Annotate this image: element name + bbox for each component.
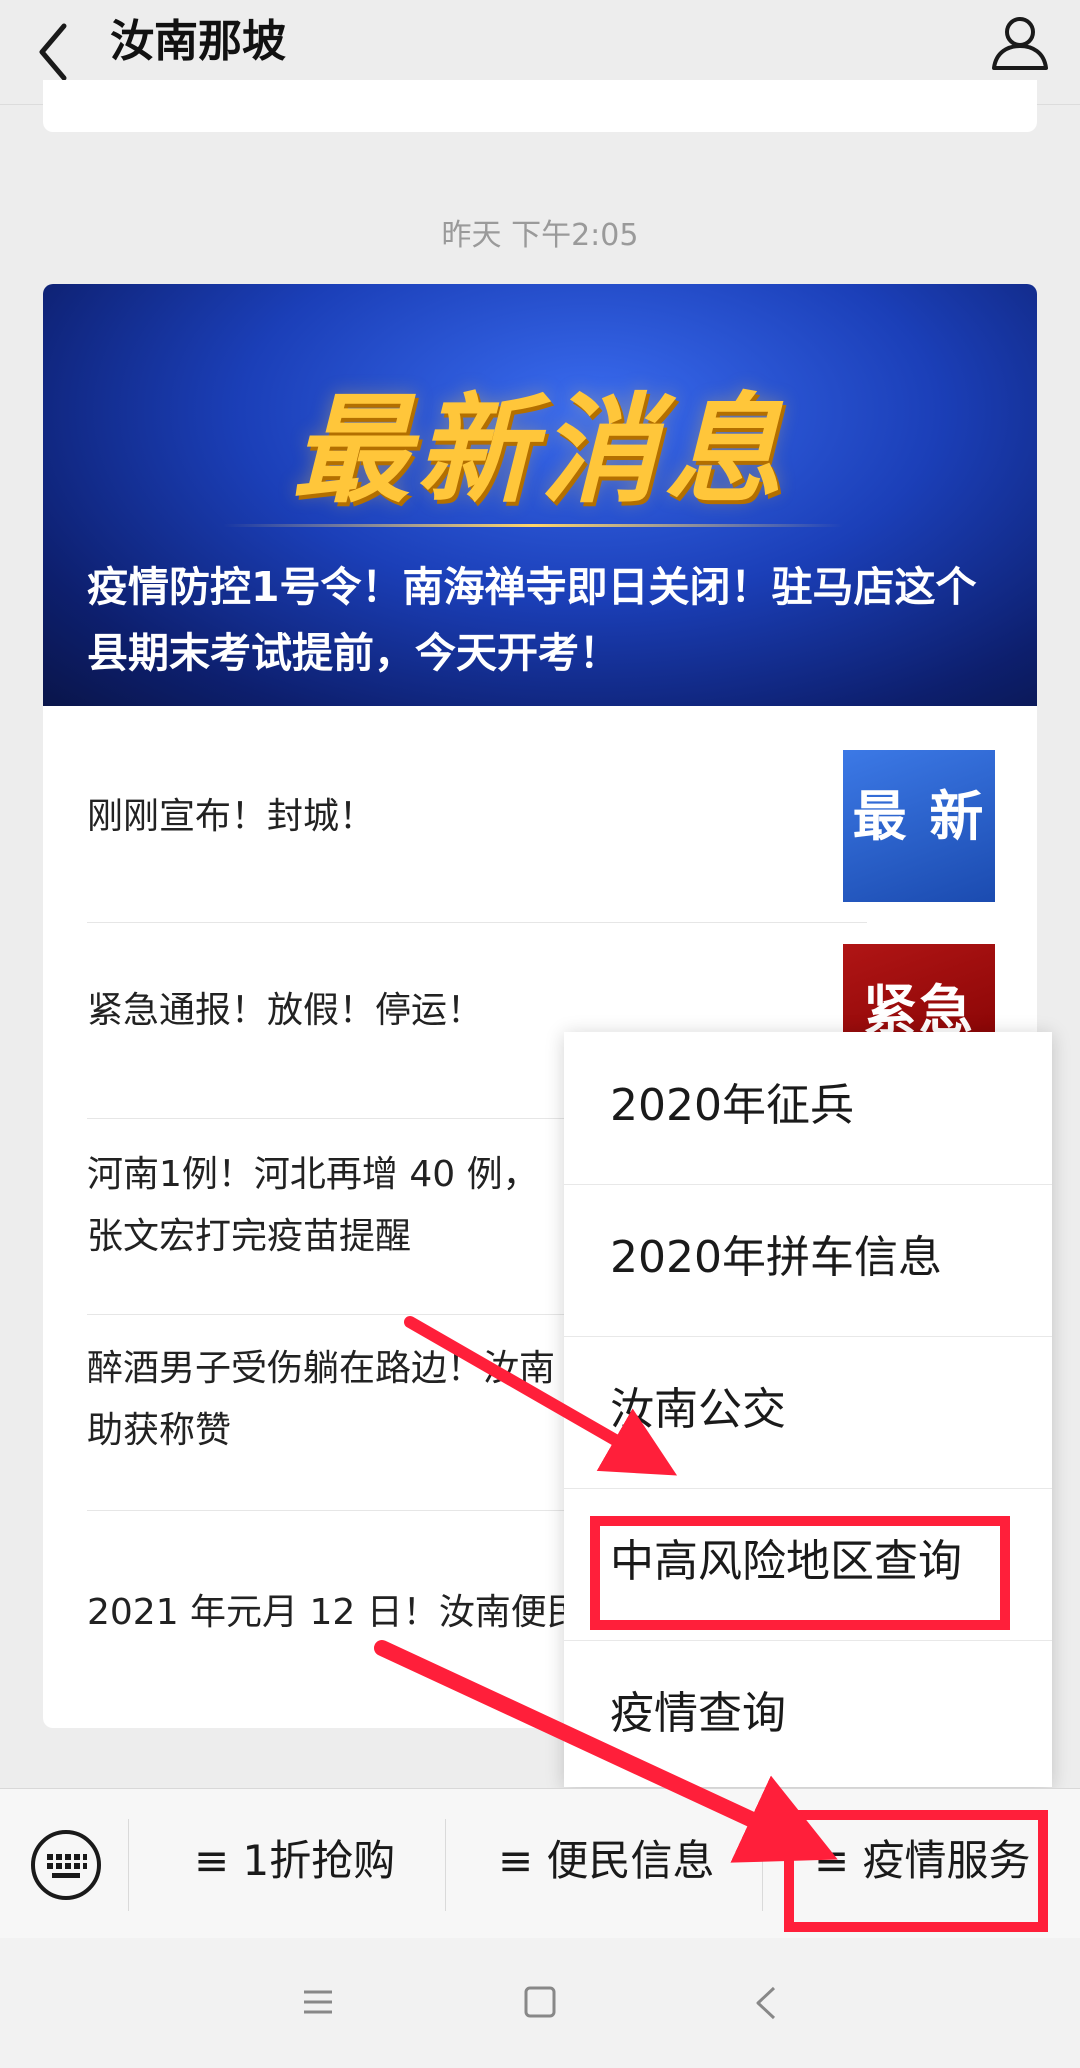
highlight-box: [590, 1516, 1010, 1630]
menu-item-bus[interactable]: 汝南公交: [564, 1336, 1052, 1489]
menu-item-epidemic-query[interactable]: 疫情查询: [564, 1640, 1052, 1792]
menu-icon[interactable]: [302, 1986, 334, 2018]
menu-item-carpool[interactable]: 2020年拼车信息: [564, 1184, 1052, 1337]
banner-divider: [223, 524, 843, 527]
highlight-box: [784, 1810, 1048, 1932]
home-icon[interactable]: [524, 1986, 556, 2018]
menu-item-label: 2020年拼车信息: [610, 1232, 942, 1283]
divider: [87, 922, 867, 923]
menu-tab-service-info[interactable]: ≡ 便民信息: [498, 1831, 715, 1891]
menu-item-conscription[interactable]: 2020年征兵: [564, 1032, 1052, 1185]
menu-item-label: 疫情查询: [610, 1688, 786, 1739]
article-banner[interactable]: 最新消息 疫情防控1号令！南海禅寺即日关闭！驻马店这个县期末考试提前，今天开考！: [43, 284, 1037, 706]
back-icon[interactable]: [754, 1986, 778, 2020]
divider: [128, 1819, 129, 1911]
divider: [445, 1819, 446, 1911]
menu-tab-discount[interactable]: ≡ 1折抢购: [194, 1831, 395, 1891]
back-arrow-icon[interactable]: [30, 14, 78, 86]
article-headline[interactable]: 疫情防控1号令！南海禅寺即日关闭！驻马店这个县期末考试提前，今天开考！: [87, 554, 1007, 686]
account-title: 汝南那坡: [110, 16, 286, 67]
menu-item-label: 2020年征兵: [610, 1080, 854, 1131]
banner-title: 最新消息: [291, 381, 788, 519]
list-item-thumbnail[interactable]: 最 新: [843, 750, 995, 902]
previous-message-card[interactable]: [43, 80, 1037, 132]
list-item-title[interactable]: 刚刚宣布！封城！: [87, 786, 827, 848]
keyboard-icon[interactable]: [30, 1829, 102, 1901]
system-nav-bar: [0, 1938, 1080, 2068]
divider: [762, 1819, 763, 1911]
thumbnail-text: 最 新: [852, 785, 986, 848]
submenu-popup: 2020年征兵 2020年拼车信息 汝南公交 中高风险地区查询 疫情查询: [564, 1032, 1052, 1787]
menu-item-label: 汝南公交: [610, 1384, 786, 1435]
user-icon[interactable]: [988, 10, 1052, 74]
message-timestamp: 昨天 下午2:05: [441, 218, 639, 253]
